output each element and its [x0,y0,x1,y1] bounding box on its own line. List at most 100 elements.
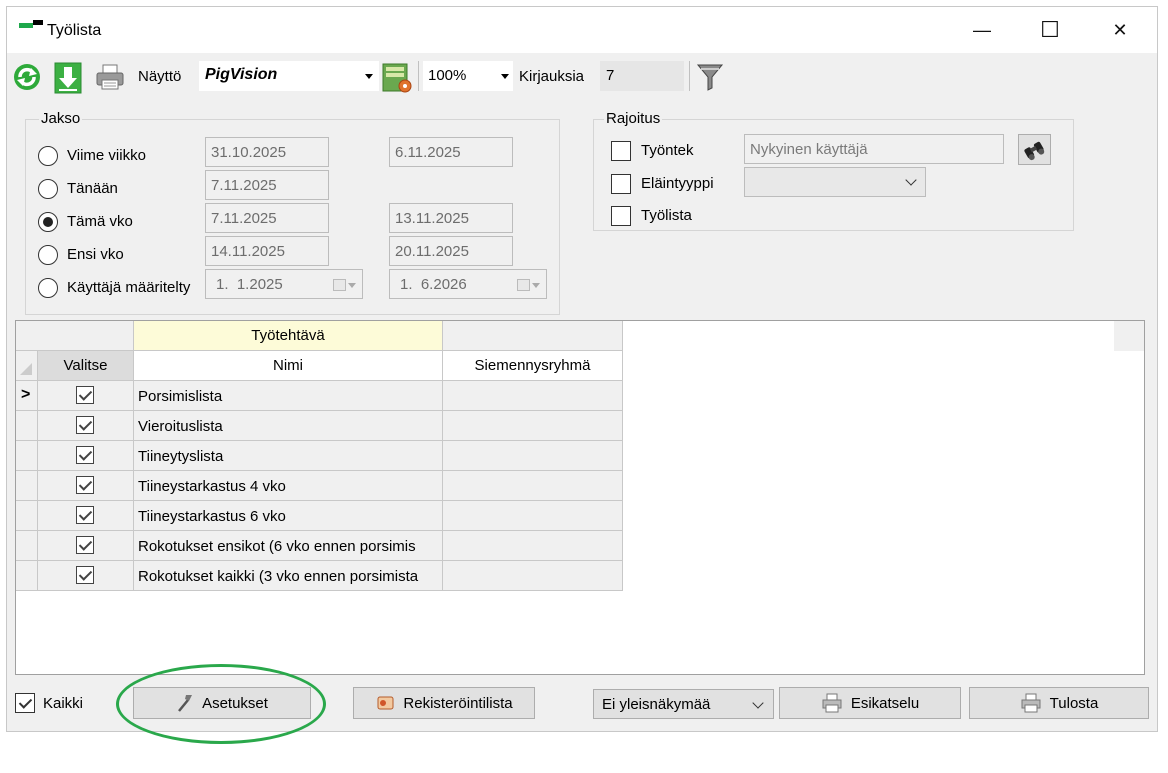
row-checkbox[interactable] [76,386,94,404]
registration-list-button[interactable]: Rekisteröintilista [353,687,535,719]
row-header [16,561,38,591]
chevron-down-icon [752,697,764,709]
row-checkbox[interactable] [76,476,94,494]
name-cell: Tiineytyslista [134,441,443,471]
name-cell: Tiineystarkastus 4 vko [134,471,443,501]
current-row-marker: > [16,381,38,411]
label-this-week: Tämä vko [67,213,133,230]
employee-field[interactable]: Nykyinen käyttäjä [744,134,1004,164]
chevron-down-icon [905,174,917,186]
worklist-window: Työlista — ☐ ✕ Näyttö PigVision 100% Kir… [6,6,1158,732]
group-cell [443,441,623,471]
entries-count: 7 [600,61,684,91]
overview-select[interactable]: Ei yleisnäkymää [593,689,774,719]
column-header-select[interactable]: Valitse [38,351,134,381]
column-header-insemination-group[interactable]: Siemennysryhmä [443,351,623,381]
employee-checkbox[interactable] [611,141,631,161]
title-bar: Työlista — ☐ ✕ [7,7,1157,53]
radio-custom[interactable] [38,278,58,298]
name-cell: Vieroituslista [134,411,443,441]
minimize-button[interactable]: — [959,7,1005,53]
refresh-icon[interactable] [12,62,40,90]
row-checkbox[interactable] [76,566,94,584]
preview-button[interactable]: Esikatselu [779,687,961,719]
grid-corner [16,321,134,351]
worklist-checkbox[interactable] [611,206,631,226]
app-icon [19,20,43,28]
select-cell[interactable] [38,561,134,591]
name-cell: Rokotukset ensikot (6 vko ennen porsimis [134,531,443,561]
row-checkbox[interactable] [76,506,94,524]
download-icon[interactable] [54,62,82,94]
print-button[interactable]: Tulosta [969,687,1149,719]
view-select[interactable]: PigVision [199,61,379,91]
name-cell: Tiineystarkastus 6 vko [134,501,443,531]
employee-search-button[interactable] [1018,134,1051,165]
today-date[interactable]: 7.11.2025 [205,170,329,200]
maximize-button[interactable]: ☐ [1027,7,1073,53]
period-group-title: Jakso [39,110,83,127]
select-cell[interactable] [38,531,134,561]
select-cell[interactable] [38,411,134,441]
grid-scroll-corner [1114,321,1144,351]
label-last-week: Viime viikko [67,147,146,164]
row-checkbox[interactable] [76,536,94,554]
calendar-icon[interactable] [517,279,530,291]
animal-type-select[interactable] [744,167,926,197]
custom-to-date-picker[interactable]: 1. 6.2026 [389,269,547,299]
row-checkbox[interactable] [76,446,94,464]
next-week-from-date[interactable]: 14.11.2025 [205,236,329,266]
group-header-empty [443,321,623,351]
chevron-down-icon [501,74,509,79]
select-cell[interactable] [38,381,134,411]
radio-last-week[interactable] [38,146,58,166]
group-cell [443,561,623,591]
close-button[interactable]: ✕ [1097,7,1143,53]
overview-select-value: Ei yleisnäkymää [602,696,711,713]
row-header [16,501,38,531]
chevron-down-icon [365,74,373,79]
report-settings-icon[interactable] [382,62,412,93]
worklist-label: Työlista [641,207,692,224]
radio-next-week[interactable] [38,245,58,265]
row-checkbox[interactable] [76,416,94,434]
select-cell[interactable] [38,441,134,471]
employee-label: Työntek [641,142,694,159]
preview-button-label: Esikatselu [850,694,920,712]
last-week-from-date[interactable]: 31.10.2025 [205,137,329,167]
toolbar-separator [418,61,419,91]
calendar-icon[interactable] [333,279,346,291]
printer-icon [1021,693,1041,713]
column-header-name[interactable]: Nimi [134,351,443,381]
row-header [16,531,38,561]
view-select-value: PigVision [205,66,278,83]
maximize-icon: ☐ [1040,17,1060,42]
print-button-label: Tulosta [1049,694,1099,712]
filter-icon[interactable] [696,62,724,91]
view-label: Näyttö [138,68,182,85]
last-week-to-date[interactable]: 6.11.2025 [389,137,513,167]
row-header [16,411,38,441]
next-week-to-date[interactable]: 20.11.2025 [389,236,513,266]
zoom-select[interactable]: 100% [423,61,513,91]
chevron-down-icon [348,283,356,288]
toolbar-separator [689,61,690,91]
radio-this-week[interactable] [38,212,58,232]
select-cell[interactable] [38,501,134,531]
binoculars-icon [1024,141,1045,161]
select-cell[interactable] [38,471,134,501]
select-all-checkbox[interactable] [15,693,35,713]
registration-icon [377,696,394,710]
registration-list-button-label: Rekisteröintilista [403,694,513,712]
this-week-to-date[interactable]: 13.11.2025 [389,203,513,233]
this-week-from-date[interactable]: 7.11.2025 [205,203,329,233]
group-cell [443,471,623,501]
task-grid: Työtehtävä Valitse Nimi Siemennysryhmä >… [15,320,1145,675]
custom-from-date-picker[interactable]: 1. 1.2025 [205,269,363,299]
highlight-ellipse [116,664,326,744]
radio-today[interactable] [38,179,58,199]
print-icon[interactable] [95,62,124,90]
row-header [16,471,38,501]
select-all-label: Kaikki [43,695,84,712]
animal-type-checkbox[interactable] [611,174,631,194]
